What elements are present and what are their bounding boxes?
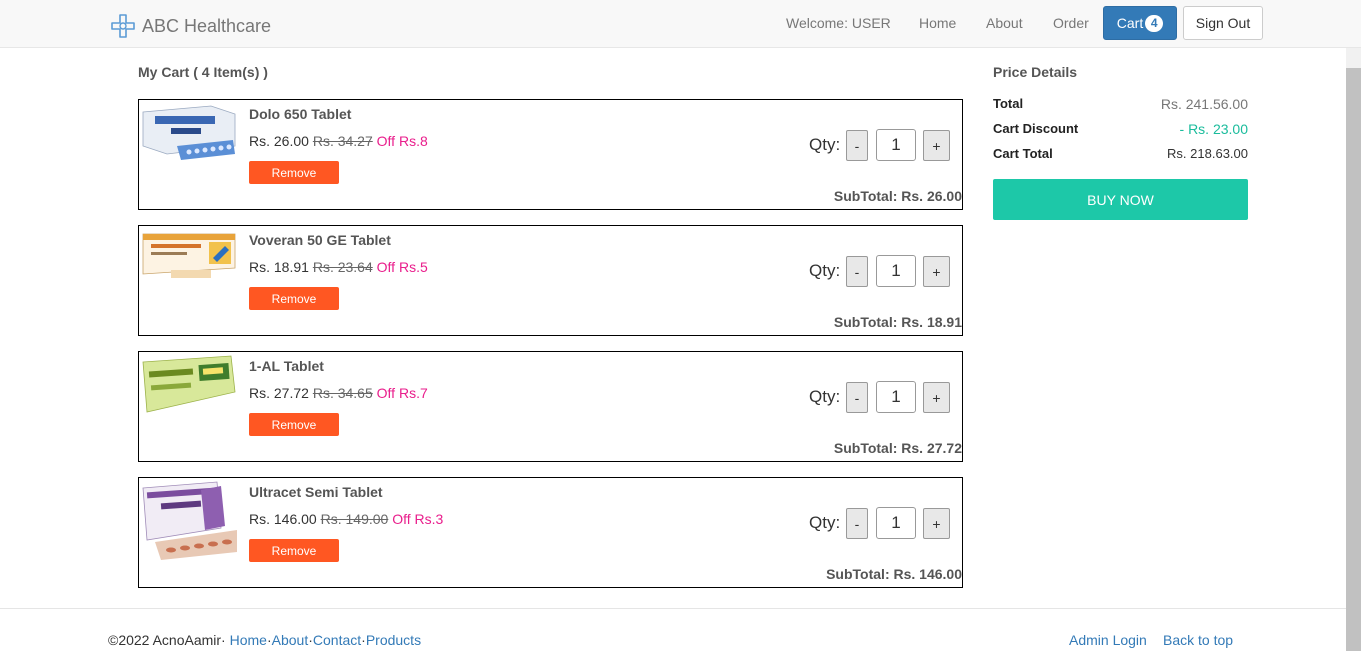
cart-title: My Cart ( 4 Item(s) ) <box>138 64 268 80</box>
buy-now-button[interactable]: BUY NOW <box>993 179 1248 220</box>
brand-name: ABC Healthcare <box>142 15 272 36</box>
qty-label: Qty: <box>809 513 841 532</box>
1-al-product-image <box>141 354 237 414</box>
remove-button[interactable]: Remove <box>249 161 339 184</box>
cart-discount-label: Cart Discount <box>993 121 1079 136</box>
qty-input[interactable]: 1 <box>876 381 916 413</box>
qty-input[interactable]: 1 <box>876 129 916 161</box>
welcome-text: Welcome: USER <box>786 15 891 31</box>
navbar: ABC Healthcare Welcome: USER Home About … <box>0 0 1361 48</box>
cart-total-label: Cart Total <box>993 146 1053 161</box>
qty-input[interactable]: 1 <box>876 255 916 287</box>
qty-increase-button[interactable]: + <box>923 256 950 287</box>
item-price-line: Rs. 26.00 Rs. 34.27 Off Rs.8 <box>249 133 428 149</box>
item-price: Rs. 27.72 <box>249 385 309 401</box>
footer-home-link[interactable]: Home <box>230 632 267 648</box>
qty-increase-button[interactable]: + <box>923 382 950 413</box>
medical-cross-logo-icon <box>111 14 135 38</box>
footer-products-link[interactable]: Products <box>366 632 421 648</box>
price-details-title: Price Details <box>993 64 1078 80</box>
total-label: Total <box>993 96 1024 111</box>
sign-out-button[interactable]: Sign Out <box>1183 6 1263 40</box>
item-name[interactable]: Voveran 50 GE Tablet <box>249 232 391 248</box>
remove-button[interactable]: Remove <box>249 539 339 562</box>
cart-count-badge: 4 <box>1145 14 1164 32</box>
admin-login-link[interactable]: Admin Login <box>1069 632 1147 648</box>
item-old-price: Rs. 23.64 <box>312 259 373 275</box>
nav-about-link[interactable]: About <box>986 15 1023 31</box>
cart-item: 1-AL Tablet Rs. 27.72 Rs. 34.65 Off Rs.7… <box>138 351 963 462</box>
brand[interactable]: ABC Healthcare <box>110 13 271 39</box>
qty-label: Qty: <box>809 387 841 406</box>
copyright-text: ©2022 AcnoAamir <box>108 632 222 648</box>
cart-total-value: Rs. 218.63.00 <box>1167 146 1248 161</box>
cart-button[interactable]: Cart 4 <box>1103 6 1177 40</box>
item-old-price: Rs. 34.65 <box>312 385 373 401</box>
price-discount-row: Cart Discount - Rs. 23.00 <box>993 121 1248 139</box>
item-price-line: Rs. 18.91 Rs. 23.64 Off Rs.5 <box>249 259 428 275</box>
remove-button[interactable]: Remove <box>249 413 339 436</box>
footer-contact-link[interactable]: Contact <box>313 632 361 648</box>
back-to-top-link[interactable]: Back to top <box>1163 632 1233 648</box>
footer-left: ©2022 AcnoAamir· Home·About·Contact·Prod… <box>108 632 421 648</box>
item-old-price: Rs. 34.27 <box>312 133 373 149</box>
qty-decrease-button[interactable]: - <box>846 256 868 287</box>
item-subtotal: SubTotal: Rs. 18.91 <box>833 314 962 330</box>
cart-item: Ultracet Semi Tablet Rs. 146.00 Rs. 149.… <box>138 477 963 588</box>
cart-button-label: Cart <box>1116 15 1144 31</box>
price-total-row: Total Rs. 241.56.00 <box>993 96 1248 114</box>
item-old-price: Rs. 149.00 <box>320 511 389 527</box>
item-subtotal: SubTotal: Rs. 26.00 <box>833 188 962 204</box>
dolo-650-product-image <box>141 102 237 162</box>
cart-item: Voveran 50 GE Tablet Rs. 18.91 Rs. 23.64… <box>138 225 963 336</box>
qty-input[interactable]: 1 <box>876 507 916 539</box>
nav-home-link[interactable]: Home <box>919 15 956 31</box>
remove-button[interactable]: Remove <box>249 287 339 310</box>
item-price: Rs. 26.00 <box>249 133 309 149</box>
nav-order-link[interactable]: Order <box>1053 15 1089 31</box>
voveran-product-image <box>141 228 237 288</box>
qty-label: Qty: <box>809 261 841 280</box>
item-price-line: Rs. 27.72 Rs. 34.65 Off Rs.7 <box>249 385 428 401</box>
footer-separator: · <box>221 632 226 648</box>
item-discount: Off Rs.8 <box>376 133 428 149</box>
item-price: Rs. 18.91 <box>249 259 309 275</box>
item-subtotal: SubTotal: Rs. 27.72 <box>833 440 962 456</box>
item-discount: Off Rs.5 <box>376 259 428 275</box>
scrollbar-thumb[interactable] <box>1346 68 1361 651</box>
item-discount: Off Rs.7 <box>376 385 428 401</box>
qty-increase-button[interactable]: + <box>923 508 950 539</box>
cart-item: Dolo 650 Tablet Rs. 26.00 Rs. 34.27 Off … <box>138 99 963 210</box>
ultracet-product-image <box>141 480 237 564</box>
item-subtotal: SubTotal: Rs. 146.00 <box>826 566 962 582</box>
item-discount: Off Rs.3 <box>392 511 444 527</box>
footer: ©2022 AcnoAamir· Home·About·Contact·Prod… <box>0 608 1346 652</box>
qty-decrease-button[interactable]: - <box>846 130 868 161</box>
item-name[interactable]: Ultracet Semi Tablet <box>249 484 383 500</box>
item-price: Rs. 146.00 <box>249 511 317 527</box>
qty-label: Qty: <box>809 135 841 154</box>
item-name[interactable]: 1-AL Tablet <box>249 358 324 374</box>
item-name[interactable]: Dolo 650 Tablet <box>249 106 351 122</box>
qty-decrease-button[interactable]: - <box>846 508 868 539</box>
item-price-line: Rs. 146.00 Rs. 149.00 Off Rs.3 <box>249 511 443 527</box>
qty-increase-button[interactable]: + <box>923 130 950 161</box>
cart-discount-value: - Rs. 23.00 <box>1179 121 1248 137</box>
total-value: Rs. 241.56.00 <box>1160 96 1248 112</box>
footer-about-link[interactable]: About <box>272 632 309 648</box>
qty-decrease-button[interactable]: - <box>846 382 868 413</box>
price-cart-total-row: Cart Total Rs. 218.63.00 <box>993 146 1248 164</box>
